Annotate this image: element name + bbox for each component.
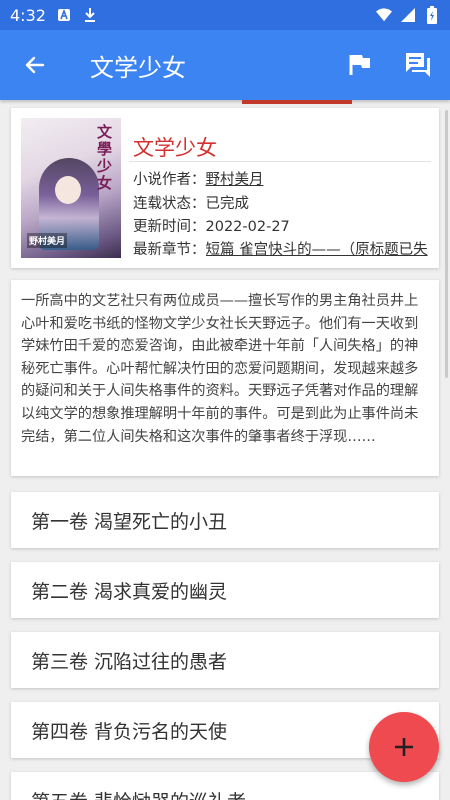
flag-icon [349, 55, 370, 75]
latest-chapter-link[interactable]: 短篇 雀宫快斗的——（原标题已失 [206, 238, 428, 259]
battery-icon [424, 6, 440, 24]
volume-title: 第四卷 背负污名的天使 [31, 720, 228, 743]
author-row: 小说作者：野村美月 [133, 168, 264, 189]
app-notification-icon [56, 7, 72, 23]
description-text: 一所高中的文艺社只有两位成员——擅长写作的男主角社员井上心叶和爱吃书纸的怪物文学… [21, 293, 419, 445]
divider [129, 161, 431, 162]
book-cover[interactable]: 文學少女 野村美月 [21, 118, 121, 258]
active-indicator [242, 100, 352, 104]
app-bar: 文学少女 [0, 30, 450, 100]
book-title: 文学少女 [133, 136, 217, 160]
wifi-icon [376, 7, 392, 23]
comments-button[interactable] [402, 49, 434, 81]
plus-icon [395, 738, 413, 756]
latest-chapter-row: 最新章节：短篇 雀宫快斗的——（原标题已失 [133, 238, 428, 259]
book-info-card: 文學少女 野村美月 文学少女 小说作者：野村美月 连载状态：已完成 更新时间：2… [11, 108, 439, 268]
latest-chapter-label: 最新章节： [133, 242, 206, 258]
volume-title: 第一卷 渴望死亡的小丑 [31, 510, 228, 533]
volume-title: 第二卷 渴求真爱的幽灵 [31, 580, 228, 603]
volume-title: 第五卷 悲恰恸器的巡礼者 [31, 787, 246, 800]
updated-label: 更新时间： [133, 219, 206, 235]
status-value: 已完成 [205, 196, 250, 212]
updated-value: 2022-02-27 [205, 219, 290, 235]
status-label: 连载状态： [133, 196, 206, 212]
status-row: 连载状态：已完成 [133, 192, 249, 213]
back-button[interactable] [0, 30, 70, 100]
author-link[interactable]: 野村美月 [206, 172, 264, 188]
cover-title: 文學少女 [95, 124, 113, 192]
comments-icon [406, 53, 430, 77]
back-arrow-icon [25, 56, 45, 74]
volume-item[interactable]: 第一卷 渴望死亡的小丑 [11, 492, 439, 548]
volume-item[interactable]: 第二卷 渴求真爱的幽灵 [11, 562, 439, 618]
volume-item[interactable]: 第三卷 沉陷过往的愚者 [11, 632, 439, 688]
description-card: 一所高中的文艺社只有两位成员——擅长写作的男主角社员井上心叶和爱吃书纸的怪物文学… [11, 280, 439, 476]
updated-row: 更新时间：2022-02-27 [133, 215, 290, 236]
cover-author: 野村美月 [27, 233, 68, 248]
add-to-shelf-button[interactable] [369, 712, 439, 782]
author-label: 小说作者： [133, 172, 206, 188]
signal-icon [400, 7, 416, 23]
download-icon [82, 7, 98, 23]
volume-item[interactable]: 第五卷 悲恰恸器的巡礼者 [11, 772, 439, 800]
status-time: 4:32 [10, 5, 46, 25]
volume-title: 第三卷 沉陷过往的愚者 [31, 650, 228, 673]
content-scroll-area[interactable]: 文學少女 野村美月 文学少女 小说作者：野村美月 连载状态：已完成 更新时间：2… [0, 100, 450, 800]
page-title: 文学少女 [90, 53, 186, 82]
status-bar: 4:32 [0, 0, 450, 30]
scrollbar[interactable] [445, 110, 448, 378]
cover-face [55, 176, 81, 204]
report-flag-button[interactable] [344, 49, 376, 81]
